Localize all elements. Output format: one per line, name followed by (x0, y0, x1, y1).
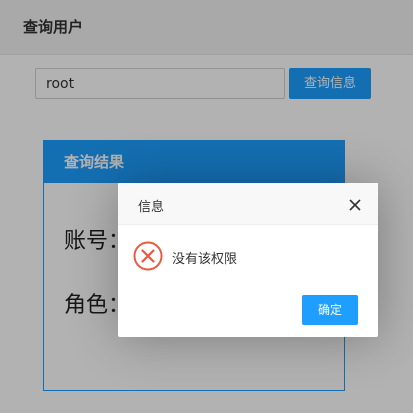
message-dialog: 信息 没有该权限 确定 (118, 183, 378, 337)
ok-button[interactable]: 确定 (302, 295, 358, 325)
close-icon[interactable] (348, 197, 362, 211)
dialog-message: 没有该权限 (172, 252, 238, 267)
dialog-header: 信息 (118, 183, 378, 225)
dialog-body: 没有该权限 (118, 225, 378, 289)
error-circle-icon (133, 241, 163, 271)
dialog-title: 信息 (138, 200, 165, 215)
